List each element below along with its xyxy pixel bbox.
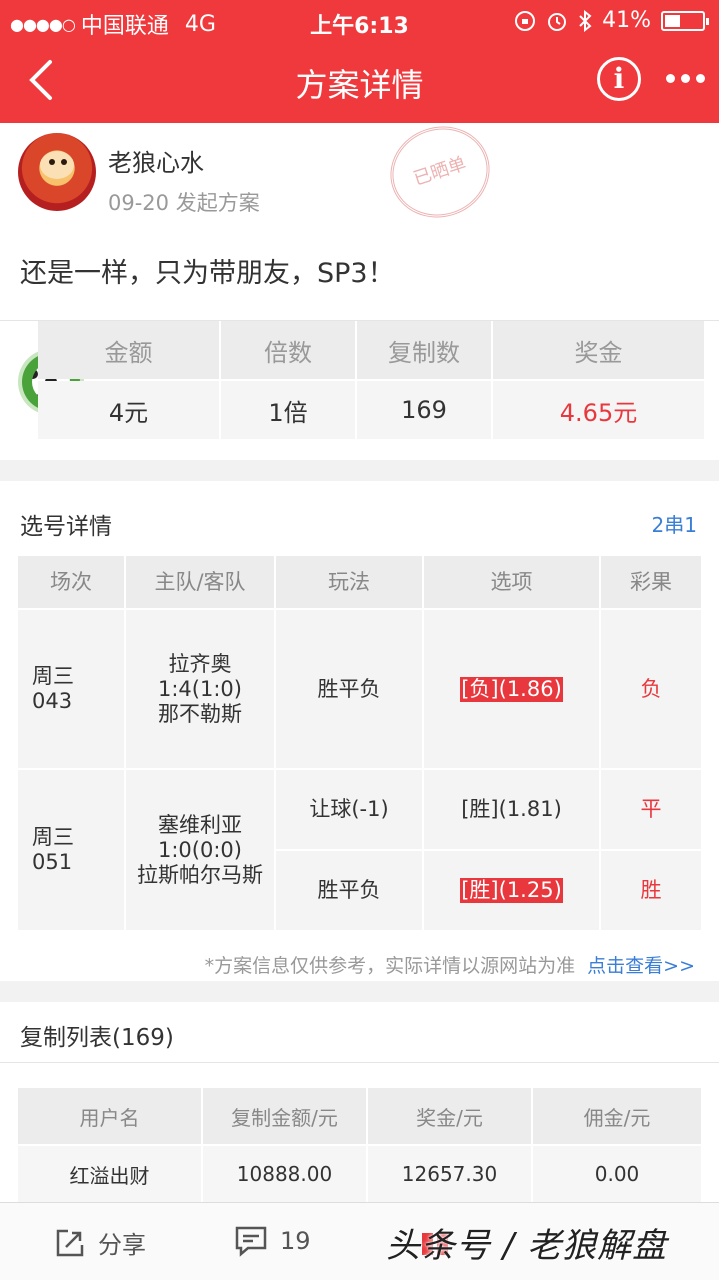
bluetooth-icon	[579, 9, 592, 32]
copy-list: 复制列表(169) 用户名 复制金额/元 奖金/元 佣金/元 红溢出财 1088…	[0, 1002, 719, 1202]
copy-prize: 12657.30	[368, 1146, 531, 1202]
match-result: 平	[601, 770, 701, 849]
nav-bar: 方案详情 i	[0, 40, 719, 123]
combo-type: 2串1	[651, 513, 697, 537]
battery-icon	[661, 10, 709, 31]
summary-header-copies: 复制数	[357, 321, 491, 379]
summary-header-prize: 奖金	[493, 321, 704, 379]
match-teams: 塞维利亚 1:0(0:0) 拉斯帕尔马斯	[126, 770, 274, 930]
col-header-username: 用户名	[18, 1088, 201, 1144]
copy-table: 用户名 复制金额/元 奖金/元 佣金/元 红溢出财 10888.00 12657…	[18, 1088, 701, 1204]
summary-header-amount: 金额	[38, 321, 219, 379]
match-teams: 拉齐奥 1:4(1:0) 那不勒斯	[126, 610, 274, 768]
col-header-session: 场次	[18, 556, 124, 608]
match-pick-cell: [负](1.86)	[424, 610, 599, 768]
match-play: 让球(-1)	[276, 770, 422, 849]
info-icon[interactable]: i	[597, 57, 641, 101]
post-date: 09-20 发起方案	[108, 191, 260, 215]
selection-table: 场次 主队/客队 玩法 选项 彩果 周三 043 拉齐奥 1:4(1:0) 那不…	[18, 556, 701, 930]
share-button[interactable]: 分享	[54, 1225, 146, 1260]
share-label: 分享	[98, 1231, 146, 1259]
table-row[interactable]: 红溢出财 10888.00 12657.30 0.00	[18, 1146, 701, 1202]
match-pick: [胜](1.25)	[460, 878, 563, 903]
copy-list-title: 复制列表(169)	[20, 1025, 174, 1051]
watermark: 头条号 / 老狼解盘	[386, 1226, 668, 1266]
comment-count: 19	[280, 1227, 311, 1255]
shared-stamp: 已晒单	[378, 113, 502, 231]
status-right: 41%	[514, 8, 709, 33]
col-header-prize: 奖金/元	[368, 1088, 531, 1144]
col-header-commission: 佣金/元	[533, 1088, 701, 1144]
summary-grid: 金额 倍数 复制数 奖金 4元 1倍 169 4.65元	[38, 321, 704, 439]
view-source-link[interactable]: 点击查看>>	[587, 955, 695, 977]
status-bar: ●●●●○ 中国联通 4G 上午6:13 41%	[0, 0, 719, 40]
col-header-play: 玩法	[276, 556, 422, 608]
selection-detail: 选号详情 2串1 场次 主队/客队 玩法 选项 彩果 周三 043 拉齐奥 1:…	[0, 481, 719, 981]
match-play: 胜平负	[276, 851, 422, 930]
summary-copies: 169	[357, 381, 491, 439]
col-header-teams: 主队/客队	[126, 556, 274, 608]
copy-commission: 0.00	[533, 1146, 701, 1202]
match-session: 周三 043	[18, 610, 124, 768]
disclaimer-text: *方案信息仅供参考，实际详情以源网站为准	[204, 955, 576, 977]
col-header-copy-amount: 复制金额/元	[203, 1088, 366, 1144]
col-header-pick: 选项	[424, 556, 599, 608]
plan-description: 还是一样，只为带朋友，SP3！	[20, 258, 395, 289]
battery-percent: 41%	[602, 8, 651, 33]
match-pick: [负](1.86)	[460, 676, 563, 702]
more-icon[interactable]	[666, 74, 705, 83]
author-card: 老狼心水 09-20 发起方案 已晒单 还是一样，只为带朋友，SP3！	[0, 113, 719, 320]
summary-multiple: 1倍	[221, 381, 355, 439]
share-icon	[56, 1229, 84, 1256]
match-pick-cell: [胜](1.25)	[424, 851, 599, 930]
match-result: 胜	[601, 851, 701, 930]
section-title: 选号详情	[20, 514, 112, 540]
summary-prize: 4.65元	[493, 381, 704, 439]
comments-button[interactable]: 19	[234, 1225, 311, 1257]
summary-amount: 4元	[38, 381, 219, 439]
alarm-icon	[548, 12, 567, 31]
divider	[0, 1062, 719, 1063]
copy-amount: 10888.00	[203, 1146, 366, 1202]
copy-username: 红溢出财	[18, 1146, 201, 1202]
disclaimer: *方案信息仅供参考，实际详情以源网站为准 点击查看>>	[205, 951, 695, 978]
match-pick: [胜](1.81)	[424, 770, 599, 849]
match-play: 胜平负	[276, 610, 422, 768]
author-name[interactable]: 老狼心水	[108, 143, 204, 178]
rotation-lock-icon	[515, 10, 536, 31]
plan-summary: 金额 倍数 复制数 奖金 4元 1倍 169 4.65元	[0, 320, 719, 460]
comment-icon	[235, 1226, 267, 1257]
match-session: 周三 051	[18, 770, 124, 930]
match-result: 负	[601, 610, 701, 768]
copy-table-header: 用户名 复制金额/元 奖金/元 佣金/元	[18, 1088, 701, 1144]
summary-header-multiple: 倍数	[221, 321, 355, 379]
col-header-result: 彩果	[601, 556, 701, 608]
avatar[interactable]	[18, 133, 96, 211]
